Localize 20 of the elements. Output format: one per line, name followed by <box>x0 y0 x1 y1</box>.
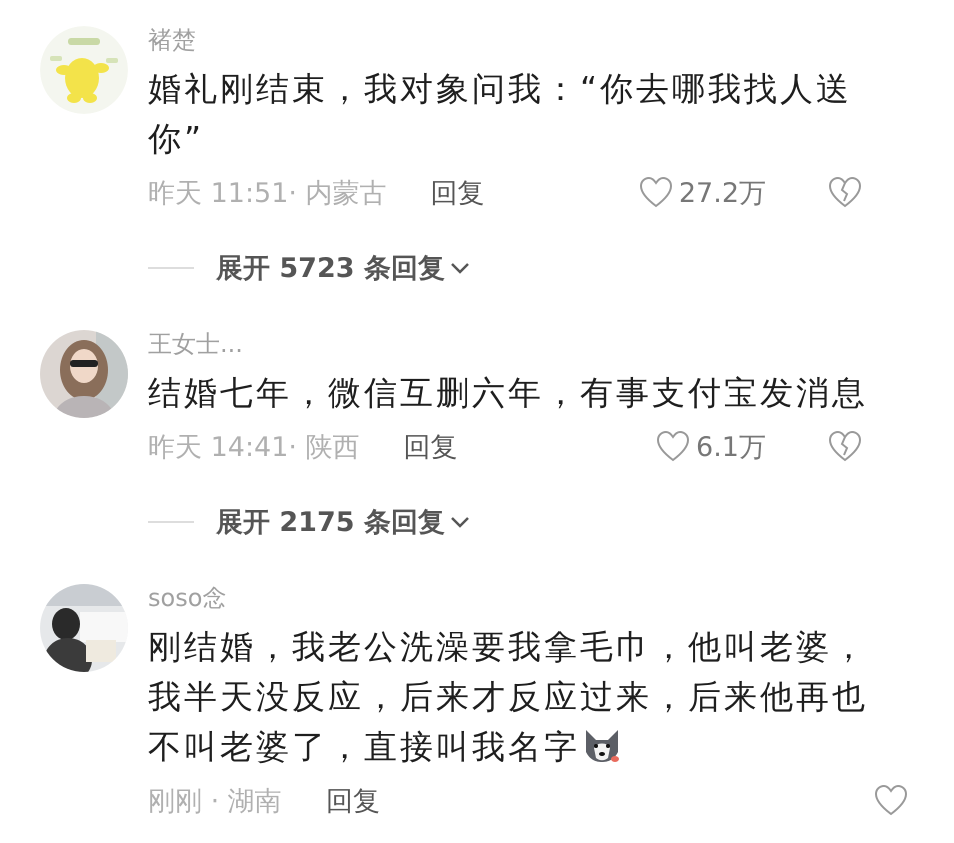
expand-replies-link[interactable]: 展开 2175 条回复 <box>216 504 471 540</box>
chevron-down-icon <box>448 260 471 276</box>
time-location: 刚刚 · 湖南 <box>148 785 282 819</box>
expand-replies-link[interactable]: 展开 5723 条回复 <box>216 250 471 286</box>
chevron-down-icon <box>448 514 471 530</box>
broken-heart-icon[interactable] <box>828 431 862 463</box>
like-count: 6.1万 <box>696 431 766 465</box>
heart-icon[interactable] <box>638 177 673 209</box>
like-count: 27.2万 <box>678 177 766 211</box>
heart-icon[interactable] <box>874 785 908 817</box>
heart-icon[interactable] <box>656 431 690 463</box>
comment-text: 结婚七年，微信互删六年，有事支付宝发消息 <box>148 372 869 414</box>
time-location: 昨天 14:41· 陕西 <box>148 431 360 465</box>
reply-link[interactable]: 回复 <box>430 175 485 211</box>
broken-heart-icon[interactable] <box>828 177 862 209</box>
reply-link[interactable]: 回复 <box>326 783 380 819</box>
comment-text: 刚结婚，我老公洗澡要我拿毛巾，他叫老婆，我半天没反应，后来才反应过来，后来他再也不叫老婆了，直接叫我名字 <box>148 626 869 768</box>
comment-text: 婚礼刚结束，我对象问我：“你去哪我找人送你” <box>148 68 854 160</box>
time-location: 昨天 11:51· 内蒙古 <box>148 177 387 211</box>
reply-link[interactable]: 回复 <box>404 429 458 465</box>
